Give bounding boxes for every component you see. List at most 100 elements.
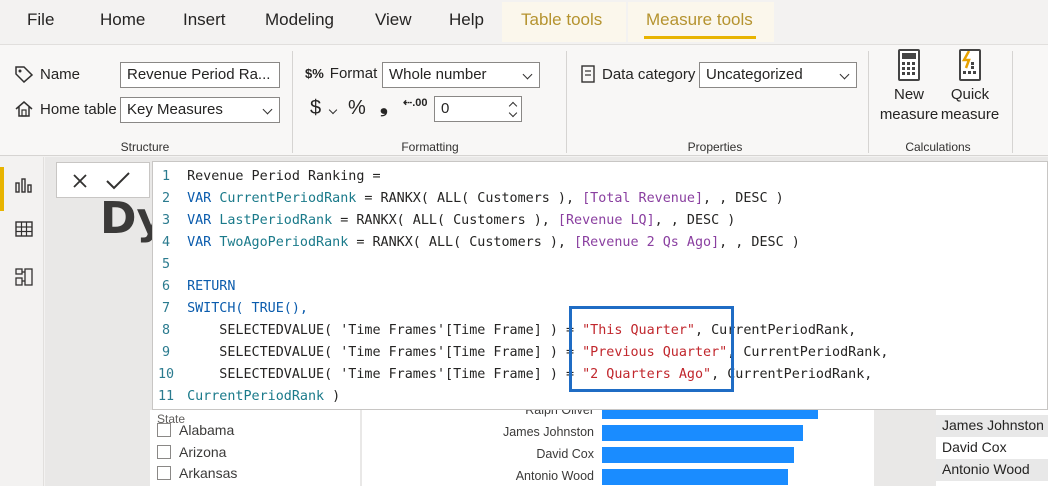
checkbox[interactable] <box>157 466 171 480</box>
bar[interactable] <box>602 425 803 441</box>
percent-button[interactable]: % <box>348 97 366 120</box>
home-table-select[interactable]: Key Measures <box>120 97 280 123</box>
home-table-label: Home table <box>40 100 117 118</box>
home-icon <box>15 101 33 117</box>
tab-help[interactable]: Help <box>449 10 484 30</box>
name-input[interactable]: Revenue Period Ra... <box>120 62 280 88</box>
format-select[interactable]: Whole number <box>382 62 540 88</box>
cancel-formula-icon[interactable] <box>71 172 89 190</box>
table-row[interactable]: James Johnston <box>936 415 1048 437</box>
tab-modeling[interactable]: Modeling <box>265 10 334 30</box>
measure-ref: [Revenue 2 Qs Ago] <box>574 235 720 250</box>
code-text: , CurrentPeriodRank, <box>711 367 873 382</box>
menu-tabs: File Home Insert Modeling View Help Tabl… <box>0 0 1048 44</box>
slicer-item-label: Arkansas <box>179 465 238 481</box>
bar-label: Antonio Wood <box>515 469 594 483</box>
data-view-icon[interactable] <box>14 219 34 239</box>
code-text: , , DESC ) <box>719 235 800 250</box>
line-number: 4 <box>161 235 171 250</box>
decimal-places-input[interactable]: 0 <box>434 96 522 122</box>
code-line: 0 RETURN <box>153 276 235 298</box>
measure-ref: [Revenue LQ] <box>557 213 655 228</box>
tag-icon <box>15 66 34 83</box>
structure-group-label: Structure <box>120 140 170 154</box>
table-row[interactable]: Antonio Wood <box>936 459 1048 481</box>
code-text: , , DESC ) <box>703 191 784 206</box>
code-line: 4 VAR TwoAgoPeriodRank = RANKX( ALL( Cus… <box>153 232 800 254</box>
group-divider <box>292 51 293 153</box>
group-divider <box>566 51 567 153</box>
formula-controls <box>56 162 150 198</box>
tab-file[interactable]: File <box>27 10 54 30</box>
tab-table-tools[interactable]: Table tools <box>521 10 602 30</box>
calculator-icon <box>898 49 920 81</box>
quick-measure-label-2: measure <box>940 106 1000 123</box>
checkbox[interactable] <box>157 445 171 459</box>
string-highlight-annotation <box>569 306 734 392</box>
model-view-icon[interactable] <box>14 267 34 287</box>
format-label: Format <box>329 65 378 82</box>
group-divider <box>868 51 869 153</box>
line-number: 1 <box>161 169 171 184</box>
line-number: 11 <box>157 389 175 404</box>
active-view-indicator <box>0 167 4 211</box>
commit-formula-icon[interactable] <box>105 171 131 191</box>
bar[interactable] <box>602 469 788 485</box>
code-text: , CurrentPeriodRank, <box>727 345 889 360</box>
table-row[interactable]: David Cox <box>936 437 1048 459</box>
slicer-item-label: Alabama <box>179 422 235 438</box>
code-text: SWITCH( TRUE(), <box>187 301 308 316</box>
code-line: 1 Revenue Period Ranking = <box>153 166 381 188</box>
name-label: Name <box>40 65 81 83</box>
comma-style-button[interactable]: ❟ <box>380 95 388 118</box>
code-text: ) <box>324 389 341 404</box>
decimal-places-value: 0 <box>441 100 450 117</box>
data-category-row: Data category <box>580 65 695 83</box>
group-divider <box>1012 51 1013 153</box>
tab-insert[interactable]: Insert <box>183 10 226 30</box>
properties-group-label: Properties <box>687 140 743 154</box>
decimal-arrow-icon: ⇠ <box>403 97 413 109</box>
decimal-button[interactable]: ⇠.00 <box>403 97 428 109</box>
keyword: RETURN <box>187 279 236 294</box>
report-view-icon[interactable] <box>14 175 34 195</box>
code-line: 5 <box>153 254 179 276</box>
code-line: 2 VAR CurrentPeriodRank = RANKX( ALL( Cu… <box>153 188 784 210</box>
currency-dropdown-icon[interactable] <box>328 105 338 115</box>
code-text: Revenue Period Ranking = <box>187 169 381 184</box>
tab-view[interactable]: View <box>375 10 412 30</box>
home-table-row: Home table <box>14 99 117 119</box>
formatting-group-label: Formatting <box>401 140 459 154</box>
slicer-item[interactable]: Alabama <box>157 422 234 438</box>
bar-label: David Cox <box>536 447 594 461</box>
data-category-label: Data category <box>602 65 696 83</box>
code-line: 11 CurrentPeriodRank ) <box>153 386 340 408</box>
data-category-select[interactable]: Uncategorized <box>699 62 857 88</box>
keyword: VAR <box>187 213 212 228</box>
slicer-item[interactable]: Arkansas <box>157 465 237 481</box>
line-number: 5 <box>161 257 171 272</box>
view-switcher <box>0 157 44 486</box>
currency-button[interactable]: $ <box>310 97 321 120</box>
code-text: SELECTEDVALUE( 'Time Frames'[Time Frame]… <box>187 345 583 360</box>
new-measure-label-2: measure <box>879 106 939 123</box>
bar[interactable] <box>602 447 794 463</box>
code-text: = RANKX( ALL( Customers ), <box>332 213 558 228</box>
tab-home[interactable]: Home <box>100 10 145 30</box>
line-number: 2 <box>161 191 171 206</box>
tab-measure-tools[interactable]: Measure tools <box>646 10 753 30</box>
variable: CurrentPeriodRank <box>219 191 357 206</box>
code-text: SELECTEDVALUE( 'Time Frames'[Time Frame]… <box>187 367 583 382</box>
keyword: VAR <box>187 235 212 250</box>
format-icon: $% <box>305 66 324 81</box>
slicer-item[interactable]: Arizona <box>157 444 226 460</box>
code-text: , , DESC ) <box>654 213 736 228</box>
quick-measure-button[interactable]: Quick measure <box>940 49 1000 125</box>
format-row: $% Format <box>305 65 377 82</box>
spin-down-icon[interactable] <box>508 108 518 118</box>
checkbox[interactable] <box>157 423 171 437</box>
name-row: Name <box>14 65 80 83</box>
new-measure-button[interactable]: New measure <box>878 49 940 125</box>
decimal-label: .00 <box>412 97 428 109</box>
quick-calculator-icon <box>959 49 981 81</box>
